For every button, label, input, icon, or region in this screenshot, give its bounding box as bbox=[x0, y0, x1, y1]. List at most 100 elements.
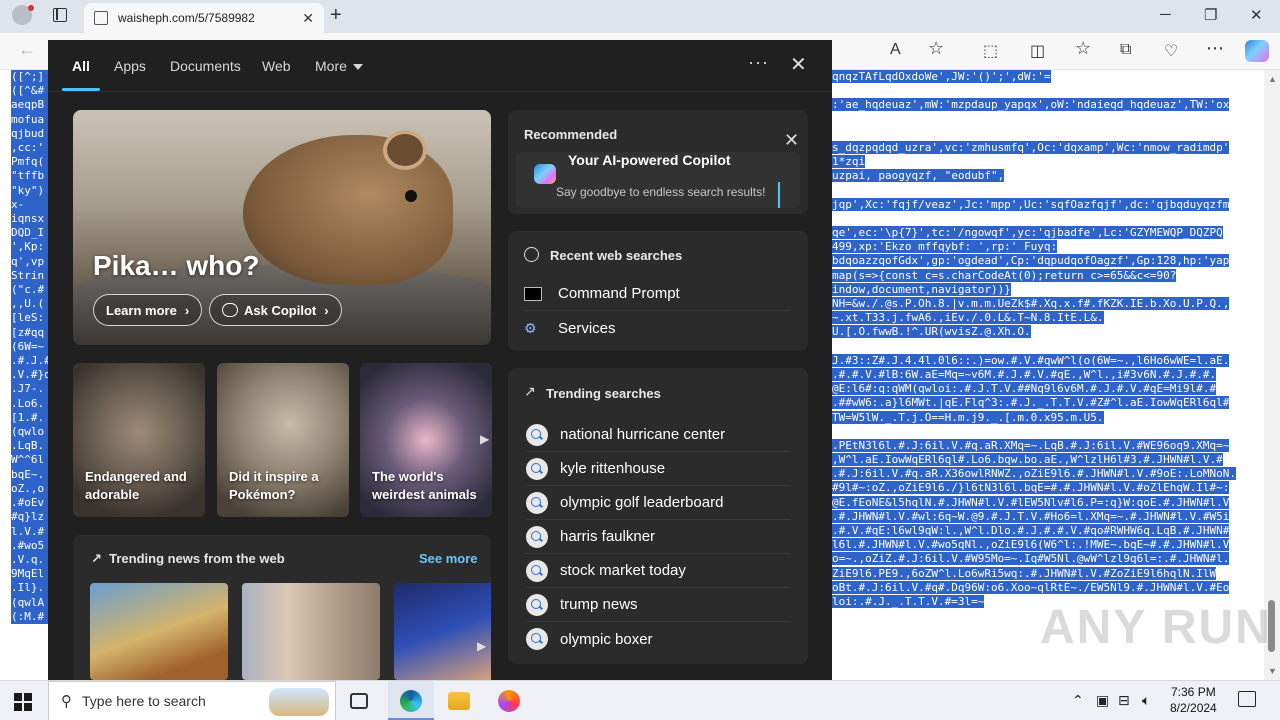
ask-copilot-label: Ask Copilot bbox=[244, 302, 317, 318]
performance-icon[interactable]: ♡ bbox=[1164, 41, 1178, 61]
code-line: .J7-. bbox=[11, 382, 51, 397]
tray-app-icon[interactable]: ▣ bbox=[1096, 692, 1109, 709]
recent-item-label: Command Prompt bbox=[558, 285, 680, 302]
copilot-icon[interactable] bbox=[1245, 40, 1269, 62]
split-screen-icon[interactable]: ◫ bbox=[1030, 41, 1045, 61]
windows-start-icon[interactable] bbox=[14, 693, 32, 711]
tab-web[interactable]: Web bbox=[262, 58, 291, 74]
code-line-text: 499,xp:'Ekzo mffqybf: ',rp:' Fuyq: bbox=[832, 240, 1058, 254]
code-line: x- bbox=[11, 197, 51, 213]
code-line-text: 1*zqi bbox=[832, 155, 866, 169]
trending-item[interactable]: trump news bbox=[526, 588, 790, 622]
code-line: uzpai, paogyqzf, "eodubf", bbox=[832, 169, 1262, 183]
code-line-text: ZiE9l6.PE9.,6oZW^l.Lo6wRi5wq:.#.JHWN#l.V… bbox=[832, 566, 1217, 580]
code-line: qnqzTAfLqdOxdoWe',JW:'()';',dW:'= bbox=[832, 70, 1262, 84]
browser-tab[interactable]: waisheph.com/5/7589982 ✕ bbox=[84, 3, 324, 33]
search-icon bbox=[526, 559, 548, 582]
trending-heading: Trending searches bbox=[546, 386, 661, 401]
firefox-icon[interactable] bbox=[498, 690, 520, 712]
tab-title: waisheph.com/5/7589982 bbox=[118, 11, 255, 25]
trending-item[interactable]: harris faulkner bbox=[526, 520, 790, 554]
code-line: qe',ec:'\p{7}',tc:'/ngowqf',yc:'qjbadfe'… bbox=[832, 226, 1262, 240]
tab-close-icon[interactable]: ✕ bbox=[302, 10, 314, 27]
clock-date: 8/2/2024 bbox=[1170, 701, 1217, 715]
code-line: .#wo5 bbox=[11, 538, 51, 553]
network-icon[interactable]: ⊟ bbox=[1118, 692, 1130, 709]
tab-documents[interactable]: Documents bbox=[170, 58, 241, 74]
code-line: map(s=>{const c=s.charCodeAt(0);return c… bbox=[832, 268, 1262, 283]
search-icon bbox=[526, 423, 548, 446]
news-image-2[interactable] bbox=[242, 583, 380, 680]
news-next-arrow-icon[interactable]: ▶ bbox=[477, 639, 486, 653]
code-line: .Il}. bbox=[11, 581, 51, 596]
scroll-up-icon[interactable]: ▲ bbox=[1268, 74, 1277, 84]
tab-all[interactable]: All bbox=[72, 58, 90, 74]
clock-time: 7:36 PM bbox=[1171, 685, 1216, 699]
maximize-button[interactable]: ❐ bbox=[1204, 6, 1217, 24]
code-line-text: J.#3::Z#.J.4.4l.0l6::.)=ow.#.V.#qwW^l(o(… bbox=[832, 353, 1230, 367]
see-more-link[interactable]: See more bbox=[419, 551, 478, 566]
tab-more[interactable]: More bbox=[315, 58, 363, 74]
code-line: ,W^l.aE.IowWqERl6ql#.Lo6.bqw.bo.aE.,W^lz… bbox=[832, 453, 1262, 467]
tray-chevron-icon[interactable]: ⌃ bbox=[1072, 692, 1084, 709]
story-card-3[interactable]: The world's weirdest animals bbox=[360, 363, 492, 517]
recent-item-services[interactable]: ⚙ Services bbox=[524, 311, 790, 345]
code-line-text: uzpai, paogyqzf, "eodubf", bbox=[832, 169, 1005, 183]
code-line: .#.J:6il.V.#q.aR.X36owlRNWZ.,oZiE9l6.#.J… bbox=[832, 467, 1262, 481]
trending-item[interactable]: olympic boxer bbox=[526, 622, 790, 656]
story-card-1[interactable]: Endangered and adorable bbox=[73, 363, 205, 517]
notification-icon[interactable] bbox=[1238, 691, 1256, 707]
favorites-icon[interactable]: ☆ bbox=[1075, 38, 1091, 59]
trending-item[interactable]: stock market today bbox=[526, 554, 790, 588]
news-image-3[interactable] bbox=[394, 583, 491, 680]
read-aloud-icon[interactable]: A bbox=[890, 41, 901, 59]
edge-browser-icon[interactable] bbox=[400, 690, 422, 712]
panel-close-icon[interactable]: ✕ bbox=[790, 52, 807, 77]
code-line: Pmfq( bbox=[11, 155, 51, 170]
learn-more-button[interactable]: Learn more › bbox=[93, 294, 203, 326]
hero-card[interactable]: Pika… who? Learn more › Ask Copilot › bbox=[73, 110, 491, 345]
trending-item-label: harris faulkner bbox=[560, 528, 656, 545]
chevron-right-icon: › bbox=[324, 302, 329, 318]
extensions-icon[interactable]: ⬚ bbox=[983, 41, 998, 61]
news-heading-label: Trending news from the web bbox=[109, 551, 285, 566]
story-card-2[interactable]: Did it inspire a Pokémon? bbox=[217, 363, 349, 517]
recommended-dismiss-icon[interactable]: ✕ bbox=[784, 130, 799, 151]
scroll-down-icon[interactable]: ▼ bbox=[1268, 666, 1277, 676]
code-line: s_dqzpqdqd_uzra',vc:'zmhusmfq',Oc:'dqxam… bbox=[832, 140, 1262, 155]
recent-item-label: Services bbox=[558, 319, 616, 337]
code-line: .#.JHWN#l.V.#wl:6q~W.@9.#.J.T.V.#Ho6=l.X… bbox=[832, 509, 1262, 524]
settings-more-icon[interactable]: ⋯ bbox=[1206, 38, 1224, 59]
volume-icon[interactable]: 🔈︎ bbox=[1142, 692, 1150, 709]
code-line: .#.J.# bbox=[11, 354, 51, 369]
favorite-star-icon[interactable]: ☆ bbox=[928, 38, 944, 59]
minimize-button[interactable]: ─ bbox=[1160, 6, 1171, 23]
trending-item[interactable]: national hurricane center bbox=[526, 418, 790, 452]
new-tab-button[interactable]: + bbox=[330, 4, 342, 27]
collections-icon[interactable]: ⧉ bbox=[1120, 41, 1131, 59]
pika-eye bbox=[405, 190, 417, 202]
code-line: .#.V.#qE:l6wl9qW:l.,W^l.Dlo.#.J.#.#.V.#q… bbox=[832, 524, 1262, 538]
recent-item-command-prompt[interactable]: Command Prompt bbox=[524, 277, 790, 311]
trending-item[interactable]: kyle rittenhouse bbox=[526, 452, 790, 486]
tab-actions-icon[interactable] bbox=[53, 8, 67, 22]
code-text-left: ([^;] ([^&# aeqpB mofua qjbud ,cc:' Pmfq("tffb… bbox=[11, 70, 51, 624]
code-line: (qwlo bbox=[11, 425, 51, 440]
taskbar-search-box[interactable]: ⚲ Type here to search bbox=[48, 681, 336, 720]
tab-apps[interactable]: Apps bbox=[114, 58, 146, 74]
trending-item[interactable]: olympic golf leaderboard bbox=[526, 486, 790, 520]
ask-copilot-button[interactable]: Ask Copilot › bbox=[209, 294, 342, 326]
search-icon bbox=[526, 457, 548, 480]
copilot-promo[interactable]: Your AI-powered Copilot Say goodbye to e… bbox=[516, 152, 800, 208]
window-close-button[interactable]: ✕ bbox=[1250, 6, 1263, 24]
task-view-icon[interactable] bbox=[350, 693, 368, 709]
code-line-text: ~.xt.T33.j.fwA6.,iEv./.0.L&.T~N.8.ItE.L&… bbox=[832, 311, 1104, 325]
system-clock[interactable]: 7:36 PM 8/2/2024 bbox=[1170, 684, 1217, 716]
back-button[interactable]: ← bbox=[18, 39, 36, 60]
code-line: J.#3::Z#.J.4.4l.0l6::.)=ow.#.V.#qwW^l(o(… bbox=[832, 353, 1262, 368]
cards-next-arrow-icon[interactable]: ▶ bbox=[480, 432, 489, 446]
file-explorer-icon[interactable] bbox=[448, 692, 470, 710]
more-options-icon[interactable]: ··· bbox=[748, 52, 769, 73]
page-scrollbar[interactable]: ▲ ▼ bbox=[1264, 70, 1280, 680]
news-image-1[interactable] bbox=[90, 583, 228, 680]
